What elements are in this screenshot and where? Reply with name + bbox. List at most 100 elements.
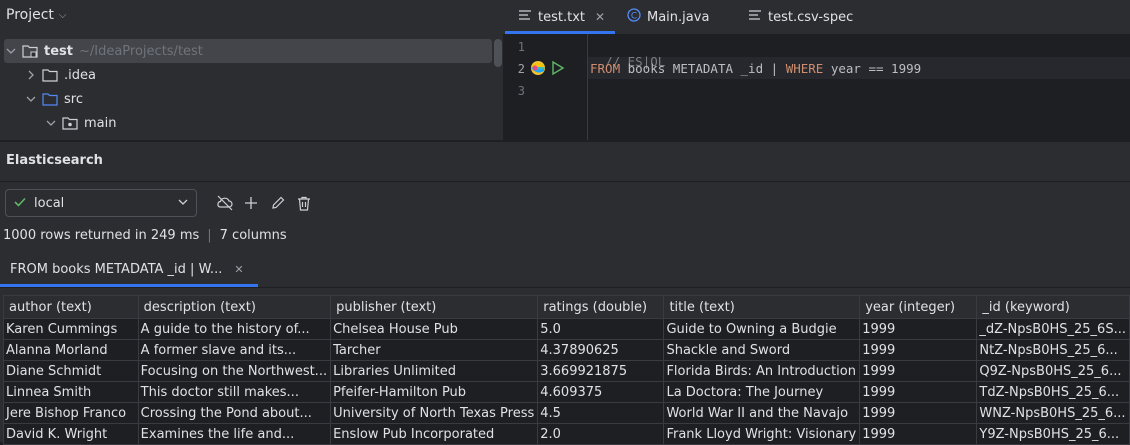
table-row[interactable]: Jere Bishop Franco Crossing the Pond abo… [3, 402, 1130, 424]
column-header-title[interactable]: title (text) [663, 295, 861, 319]
source-folder-icon [42, 92, 58, 106]
divider [0, 181, 1130, 182]
run-icon[interactable] [551, 60, 565, 80]
results-table[interactable]: author (text) description (text) publish… [3, 295, 1130, 445]
chevron-down-icon: ⌵ [58, 9, 67, 21]
table-cell[interactable]: David K. Wright [3, 423, 139, 445]
disconnect-cloud-icon[interactable] [216, 194, 234, 212]
table-cell[interactable]: TdZ-NpsB0HS_25_6... [976, 381, 1130, 403]
code-line-2: FROM books METADATA _id | WHERE year == … [590, 61, 921, 76]
delete-trash-icon[interactable] [295, 194, 313, 212]
table-cell[interactable]: _dZ-NpsB0HS_25_6S... [976, 318, 1130, 340]
chevron-right-icon[interactable] [24, 70, 38, 80]
add-icon[interactable] [242, 194, 260, 212]
edit-pencil-icon[interactable] [269, 194, 287, 212]
close-icon[interactable]: ✕ [595, 10, 605, 24]
table-cell[interactable]: Tarcher [330, 339, 539, 361]
code-text: year == 1999 [823, 61, 922, 76]
text-file-icon [518, 9, 532, 25]
tree-item-test[interactable]: test ~/IdeaProjects/test [4, 39, 492, 63]
tab-label: test.csv-spec [768, 9, 854, 25]
table-cell[interactable]: University of North Texas Press [330, 402, 539, 424]
table-cell[interactable]: NtZ-NpsB0HS_25_6... [976, 339, 1130, 361]
table-cell[interactable]: La Doctora: The Journey [663, 381, 861, 403]
table-cell[interactable]: 1999 [859, 318, 978, 340]
table-cell[interactable]: Q9Z-NpsB0HS_25_6... [976, 360, 1130, 382]
table-row[interactable]: Alanna Morland A former slave and its...… [3, 339, 1130, 361]
tree-item-label: main [84, 115, 117, 131]
table-cell[interactable]: Focusing on the Northwest... [137, 360, 332, 382]
table-cell[interactable]: A guide to the history of... [137, 318, 332, 340]
column-header-year[interactable]: year (integer) [859, 295, 978, 319]
table-cell[interactable]: Y9Z-NpsB0HS_25_6... [976, 423, 1130, 445]
table-cell[interactable]: 1999 [859, 360, 978, 382]
table-cell[interactable]: A former slave and its... [137, 339, 332, 361]
table-cell[interactable]: 4.37890625 [537, 339, 665, 361]
result-tab[interactable]: FROM books METADATA _id | W... ✕ [0, 254, 254, 284]
connection-select[interactable]: local [5, 189, 197, 217]
table-cell[interactable]: 5.0 [537, 318, 665, 340]
table-cell[interactable]: Frank Lloyd Wright: Visionary [663, 423, 861, 445]
tab-test-txt[interactable]: test.txt ✕ [518, 0, 605, 34]
table-row[interactable]: Karen Cummings A guide to the history of… [3, 318, 1130, 340]
table-cell[interactable]: This doctor still makes... [137, 381, 332, 403]
connection-name: local [34, 195, 65, 211]
column-header-publisher[interactable]: publisher (text) [330, 295, 539, 319]
column-header-author[interactable]: author (text) [3, 295, 139, 319]
table-cell[interactable]: 3.669921875 [537, 360, 665, 382]
table-cell[interactable]: Pfeifer-Hamilton Pub [330, 381, 539, 403]
chevron-down-icon[interactable] [4, 46, 18, 56]
table-cell[interactable]: Alanna Morland [3, 339, 139, 361]
table-row[interactable]: Diane Schmidt Focusing on the Northwest.… [3, 360, 1130, 382]
table-cell[interactable]: Linnea Smith [3, 381, 139, 403]
table-cell[interactable]: Crossing the Pond about... [137, 402, 332, 424]
table-cell[interactable]: Chelsea House Pub [330, 318, 539, 340]
table-cell[interactable]: 1999 [859, 339, 978, 361]
table-cell[interactable]: Florida Birds: An Introduction [663, 360, 861, 382]
table-cell[interactable]: Enslow Pub Incorporated [330, 423, 539, 445]
project-scrollbar[interactable] [494, 39, 502, 67]
result-tab-label: FROM books METADATA _id | W... [10, 261, 223, 277]
table-cell[interactable]: 4.5 [537, 402, 665, 424]
table-cell[interactable]: 2.0 [537, 423, 665, 445]
line-number: 2 [517, 62, 525, 76]
table-cell[interactable]: Karen Cummings [3, 318, 139, 340]
folder-icon [42, 68, 58, 82]
table-cell[interactable]: Examines the life and... [137, 423, 332, 445]
elasticsearch-logo-icon[interactable] [530, 60, 546, 80]
table-cell[interactable]: 4.609375 [537, 381, 665, 403]
tree-item-idea[interactable]: .idea [24, 63, 96, 87]
check-icon [14, 196, 26, 211]
svg-text:C: C [631, 12, 637, 22]
java-class-icon: C [627, 8, 641, 26]
table-cell[interactable]: 1999 [859, 402, 978, 424]
code-keyword: WHERE [785, 61, 824, 76]
tab-test-csv-spec[interactable]: test.csv-spec [748, 0, 853, 34]
column-header-ratings[interactable]: ratings (double) [537, 295, 665, 319]
table-row[interactable]: Linnea Smith This doctor still makes... … [3, 381, 1130, 403]
table-cell[interactable]: World War II and the Navajo [663, 402, 861, 424]
column-header-description[interactable]: description (text) [137, 295, 332, 319]
table-row[interactable]: David K. Wright Examines the life and...… [3, 423, 1130, 445]
table-cell[interactable]: Guide to Owning a Budgie [663, 318, 861, 340]
table-cell[interactable]: Diane Schmidt [3, 360, 139, 382]
table-cell[interactable]: 1999 [859, 423, 978, 445]
query-status: 1000 rows returned in 249 ms | 7 columns [3, 228, 287, 243]
close-icon[interactable]: ✕ [234, 263, 243, 276]
tab-label: Main.java [647, 9, 710, 25]
tree-item-src[interactable]: src [24, 87, 83, 111]
table-cell[interactable]: Jere Bishop Franco [3, 402, 139, 424]
chevron-down-icon[interactable] [44, 118, 58, 128]
table-cell[interactable]: Shackle and Sword [663, 339, 861, 361]
chevron-down-icon[interactable] [24, 94, 38, 104]
tab-main-java[interactable]: C Main.java [627, 0, 709, 34]
project-view-selector[interactable]: Project ⌵ [6, 6, 67, 24]
code-keyword: FROM [590, 61, 621, 76]
table-cell[interactable]: Libraries Unlimited [330, 360, 539, 382]
table-cell[interactable]: 1999 [859, 381, 978, 403]
table-header-row: author (text) description (text) publish… [3, 295, 1130, 319]
tree-item-label: .idea [64, 67, 96, 83]
tree-item-main[interactable]: main [44, 111, 116, 135]
table-cell[interactable]: WNZ-NpsB0HS_25_6... [976, 402, 1130, 424]
column-header-id[interactable]: _id (keyword) [976, 295, 1130, 319]
